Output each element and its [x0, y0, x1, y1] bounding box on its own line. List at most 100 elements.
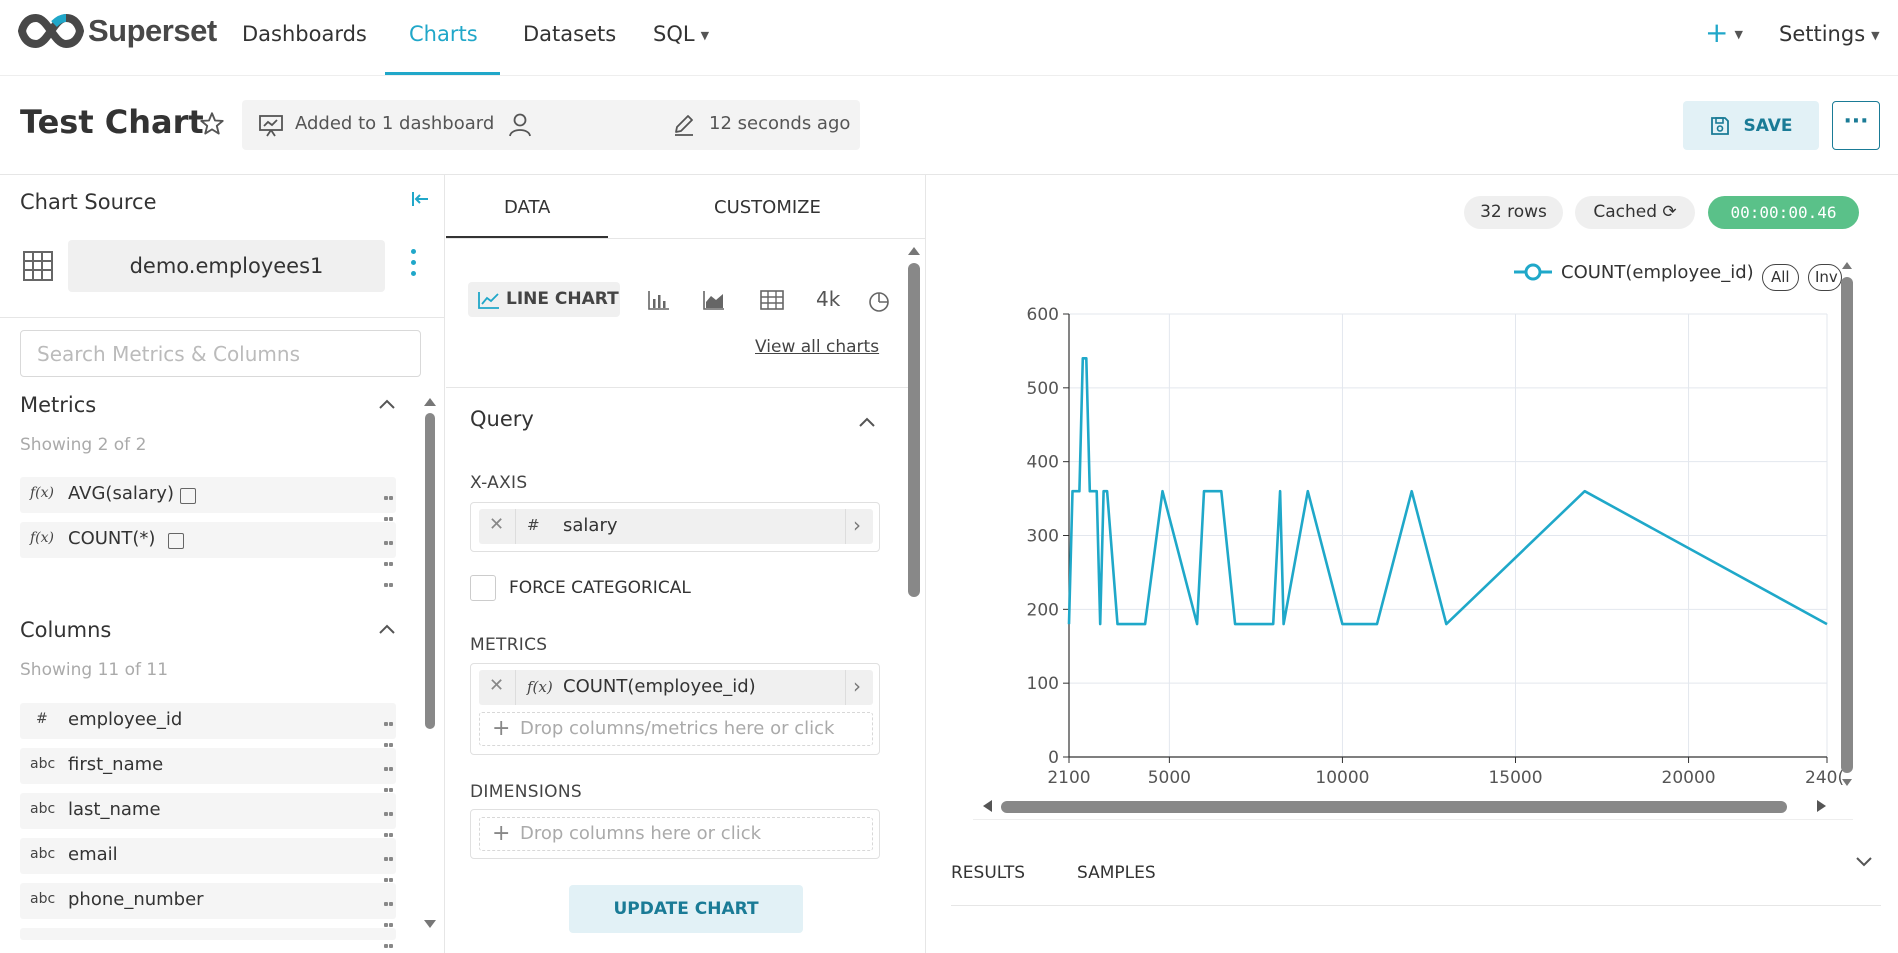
- drag-handle-icon[interactable]: [384, 530, 396, 593]
- numeric-type-icon: #: [527, 516, 540, 534]
- scroll-right-arrow[interactable]: [1817, 800, 1826, 812]
- y-axis-ticks: 0 100 200 300 400 500 600: [1027, 305, 1069, 768]
- divider: [446, 238, 925, 239]
- table-grid-icon: [23, 251, 53, 281]
- column-item[interactable]: abc first_name: [20, 748, 396, 813]
- string-type-icon: abc: [30, 756, 56, 772]
- divider: [951, 905, 1881, 906]
- query-section-title[interactable]: Query: [470, 407, 534, 431]
- dataset-selector[interactable]: demo.employees1: [68, 240, 385, 292]
- force-categorical-checkbox[interactable]: [470, 575, 496, 601]
- drag-handle-icon[interactable]: [384, 891, 396, 953]
- superset-logo[interactable]: Superset: [18, 12, 217, 50]
- nav-sql-label: SQL: [653, 22, 695, 46]
- scrollbar-thumb[interactable]: [425, 413, 435, 729]
- scroll-up-arrow[interactable]: [908, 247, 920, 255]
- metric-item[interactable]: f(x) COUNT(*): [20, 522, 396, 587]
- metric-item[interactable]: f(x) AVG(salary): [20, 477, 396, 542]
- calculator-icon: [168, 533, 184, 549]
- view-all-charts-link[interactable]: View all charts: [755, 337, 879, 357]
- remove-icon[interactable]: ✕: [489, 514, 504, 535]
- metrics-drop-zone[interactable]: + Drop columns/metrics here or click: [479, 712, 873, 746]
- scroll-down-arrow[interactable]: [424, 920, 436, 928]
- user-icon[interactable]: [508, 112, 532, 138]
- big-number-icon[interactable]: 4k: [816, 287, 840, 311]
- column-item[interactable]: [20, 928, 396, 940]
- dataset-menu-icon[interactable]: [408, 249, 418, 282]
- chart-h-scrollbar[interactable]: [1001, 801, 1787, 813]
- column-item[interactable]: # employee_id: [20, 703, 396, 768]
- tab-results[interactable]: RESULTS: [951, 863, 1025, 883]
- string-type-icon: abc: [30, 801, 56, 817]
- save-button[interactable]: SAVE: [1683, 101, 1819, 150]
- x-axis-value: salary: [563, 515, 618, 536]
- middle-scrollbar[interactable]: [908, 263, 920, 943]
- y-tick-label: 500: [1027, 379, 1059, 399]
- tab-customize[interactable]: CUSTOMIZE: [714, 197, 821, 218]
- tab-samples[interactable]: SAMPLES: [1077, 863, 1156, 883]
- remove-icon[interactable]: ✕: [489, 675, 504, 696]
- nav-active-indicator: [385, 72, 500, 75]
- nav-sql[interactable]: SQL ▼: [653, 22, 709, 46]
- scrollbar-thumb[interactable]: [1841, 277, 1853, 773]
- new-menu[interactable]: + ▼: [1705, 16, 1743, 49]
- divider: [515, 670, 516, 705]
- bar-chart-icon[interactable]: [648, 290, 670, 310]
- tab-data[interactable]: DATA: [504, 197, 550, 218]
- chevron-up-icon[interactable]: [858, 415, 876, 429]
- columns-section-title[interactable]: Columns: [20, 618, 111, 642]
- x-axis-pill[interactable]: ✕ # salary ›: [479, 509, 873, 544]
- x-tick-label: 5000: [1148, 768, 1191, 788]
- metrics-section-title[interactable]: Metrics: [20, 393, 96, 417]
- nav-dashboards[interactable]: Dashboards: [242, 22, 367, 46]
- chevron-right-icon[interactable]: ›: [853, 513, 861, 537]
- column-item[interactable]: abc email: [20, 838, 396, 903]
- table-icon[interactable]: [760, 290, 784, 310]
- chevron-up-icon[interactable]: [378, 622, 396, 636]
- column-item[interactable]: abc last_name: [20, 793, 396, 858]
- force-categorical-label[interactable]: FORCE CATEGORICAL: [509, 578, 691, 598]
- left-scrollbar[interactable]: [425, 413, 435, 933]
- metrics-control: ✕ f(x) COUNT(employee_id) › + Drop colum…: [470, 663, 880, 755]
- metric-pill[interactable]: ✕ f(x) COUNT(employee_id) ›: [479, 670, 873, 705]
- dimensions-drop-zone[interactable]: + Drop columns here or click: [479, 817, 873, 851]
- metric-name: AVG(salary): [68, 483, 174, 504]
- scroll-up-arrow[interactable]: [1842, 262, 1852, 269]
- nav-charts[interactable]: Charts: [409, 22, 478, 46]
- area-chart-icon[interactable]: [703, 290, 725, 310]
- chart-v-scrollbar[interactable]: [1841, 277, 1853, 773]
- chart-header: Test Chart Added to 1 dashboard 12 secon…: [0, 76, 1898, 175]
- column-item[interactable]: abc phone_number: [20, 883, 396, 948]
- viz-line-chart-button[interactable]: LINE CHART: [468, 282, 620, 317]
- scroll-left-arrow[interactable]: [983, 800, 992, 812]
- divider: [515, 509, 516, 544]
- scroll-down-arrow[interactable]: [1842, 779, 1852, 786]
- chevron-right-icon[interactable]: ›: [853, 674, 861, 698]
- caret-down-icon: ▼: [1871, 28, 1880, 42]
- chevron-up-icon[interactable]: [378, 397, 396, 411]
- divider: [973, 819, 1853, 820]
- top-navbar: Superset Dashboards Charts Datasets SQL ▼…: [0, 0, 1898, 76]
- line-chart[interactable]: 0 100 200 300 400 500 600 2100 5000 10000 15000 20…: [927, 175, 1898, 855]
- update-chart-button[interactable]: UPDATE CHART: [569, 885, 803, 933]
- column-name: first_name: [68, 754, 164, 775]
- search-metrics-columns-input[interactable]: [20, 330, 421, 377]
- column-name: phone_number: [68, 889, 204, 910]
- nav-datasets[interactable]: Datasets: [523, 22, 616, 46]
- added-to-dashboard-text[interactable]: Added to 1 dashboard: [295, 113, 494, 134]
- series-line-count-employee-id[interactable]: [1067, 357, 1828, 626]
- y-tick-label: 0: [1048, 748, 1059, 768]
- scrollbar-thumb[interactable]: [908, 263, 920, 597]
- star-icon[interactable]: [198, 110, 226, 138]
- chart-grid: [1069, 313, 1828, 757]
- nav-settings[interactable]: Settings ▼: [1779, 22, 1880, 46]
- scroll-up-arrow[interactable]: [424, 398, 436, 406]
- collapse-panel-icon[interactable]: [410, 189, 430, 209]
- x-axis-control: ✕ # salary ›: [470, 502, 880, 552]
- chart-source-title: Chart Source: [20, 190, 157, 214]
- more-options-button[interactable]: ···: [1832, 101, 1880, 150]
- chevron-down-icon[interactable]: [1855, 855, 1873, 869]
- logo-icon: [18, 13, 84, 49]
- pie-chart-icon[interactable]: [868, 290, 890, 312]
- chart-title[interactable]: Test Chart: [20, 103, 204, 141]
